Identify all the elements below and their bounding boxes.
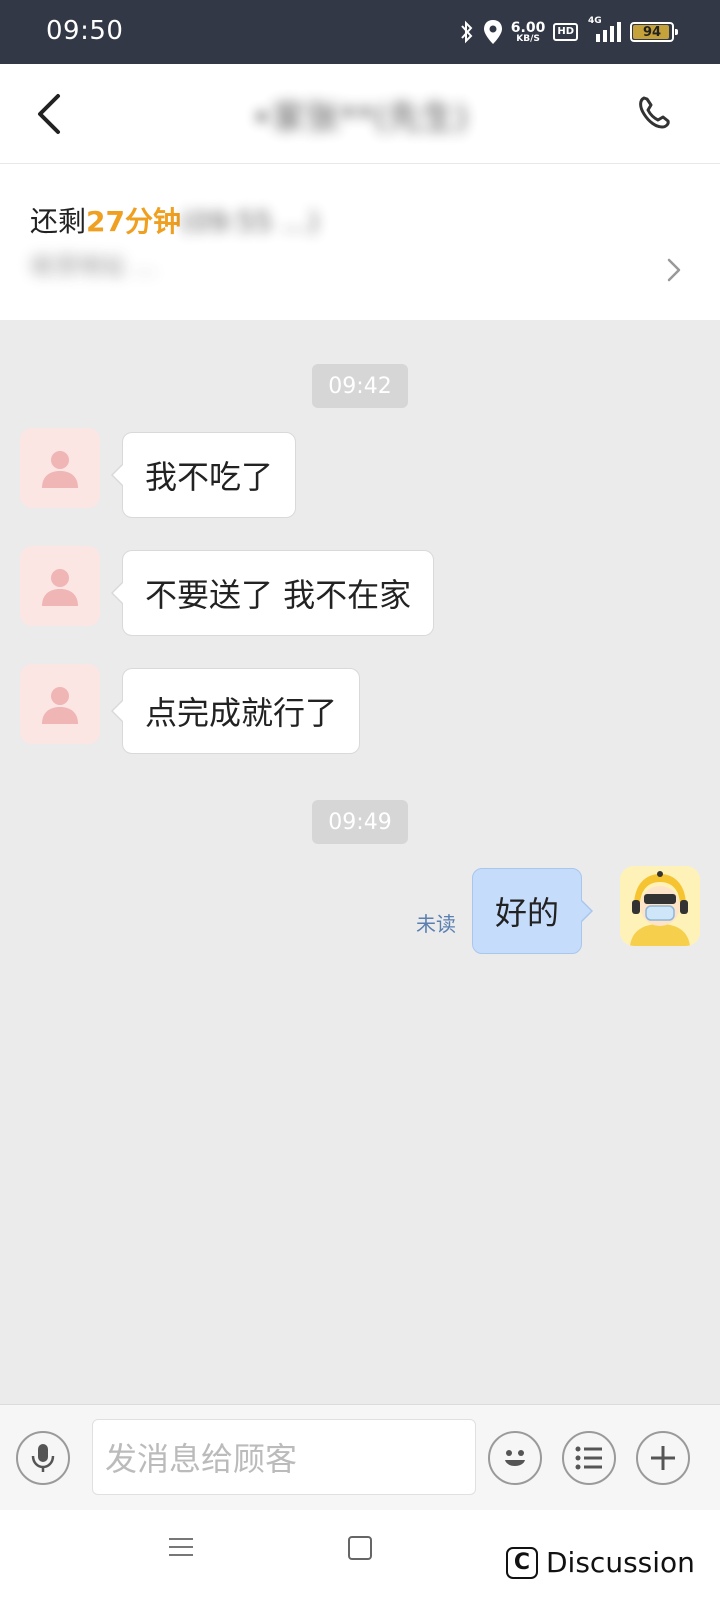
network-type: 4G: [588, 16, 602, 26]
rider-avatar-icon: [620, 866, 700, 946]
status-time: 09:50: [46, 16, 124, 46]
quick-reply-button[interactable]: [562, 1431, 616, 1485]
status-bar: 09:50 6.00 KB/S HD 4G 94: [0, 0, 720, 64]
message-timestamp: 09:49: [312, 800, 408, 844]
home-button[interactable]: [348, 1536, 372, 1560]
status-icons: 6.00 KB/S HD 4G 94: [459, 16, 678, 46]
back-button[interactable]: [28, 88, 76, 140]
phone-icon: [639, 96, 670, 129]
customer-avatar[interactable]: [20, 546, 100, 626]
microphone-icon: [31, 1444, 55, 1472]
chevron-left-icon: [38, 94, 60, 134]
signal-icon: 4G: [586, 16, 622, 46]
message-timestamp: 09:42: [312, 364, 408, 408]
hd-badge: HD: [553, 23, 578, 41]
user-icon: [42, 569, 78, 606]
rider-avatar[interactable]: [620, 866, 700, 946]
battery-level: 94: [642, 24, 662, 40]
system-nav-bar: C Discussion: [0, 1510, 720, 1600]
battery-icon: 94: [630, 22, 678, 42]
call-button[interactable]: [630, 88, 680, 138]
smiley-icon: [505, 1450, 525, 1466]
list-icon: [575, 1446, 602, 1470]
delivery-address: 收货地址 ...: [30, 252, 157, 280]
watermark-text: Discussion: [546, 1546, 695, 1579]
chat-messages[interactable]: 09:42 我不吃了 不要送了 我不在家 点完成就行了 09:49 未读 好的: [0, 320, 720, 1404]
message-input[interactable]: 发消息给顾客: [92, 1419, 476, 1495]
recent-apps-button[interactable]: [168, 1534, 194, 1560]
voice-button[interactable]: [16, 1431, 70, 1485]
chat-header: •家张**(先生): [0, 64, 720, 164]
outgoing-message: 好的: [472, 868, 594, 954]
customer-avatar[interactable]: [20, 664, 100, 744]
incoming-message: 不要送了 我不在家: [110, 550, 435, 636]
unread-status: 未读: [416, 912, 456, 936]
network-speed: 6.00 KB/S: [511, 21, 546, 44]
order-info[interactable]: 还剩27分钟(09:55 ...) 收货地址 ...: [0, 164, 720, 320]
delivery-deadline: (09:55 ...): [180, 205, 320, 238]
emoji-button[interactable]: [488, 1431, 542, 1485]
page-title: •家张**(先生): [251, 97, 469, 138]
message-input-bar: 发消息给顾客: [0, 1404, 720, 1510]
speed-value: 6.00: [510, 19, 546, 36]
watermark: C Discussion: [506, 1546, 695, 1579]
incoming-message: 我不吃了: [110, 432, 297, 518]
bluetooth-icon: [459, 18, 475, 46]
time-remaining: 27分钟: [86, 205, 181, 238]
location-icon: [483, 18, 503, 46]
incoming-message: 点完成就行了: [110, 668, 361, 754]
chevron-right-icon: [666, 256, 682, 284]
menu-icon: [169, 1538, 193, 1556]
user-icon: [42, 451, 78, 488]
plus-icon: [651, 1446, 675, 1470]
watermark-logo: C: [506, 1546, 538, 1579]
speed-unit: KB/S: [516, 33, 540, 44]
user-icon: [42, 687, 78, 724]
customer-avatar[interactable]: [20, 428, 100, 508]
time-remaining-prefix: 还剩: [30, 205, 87, 238]
more-button[interactable]: [636, 1431, 690, 1485]
delivery-time-info: 还剩27分钟(09:55 ...): [30, 200, 319, 240]
